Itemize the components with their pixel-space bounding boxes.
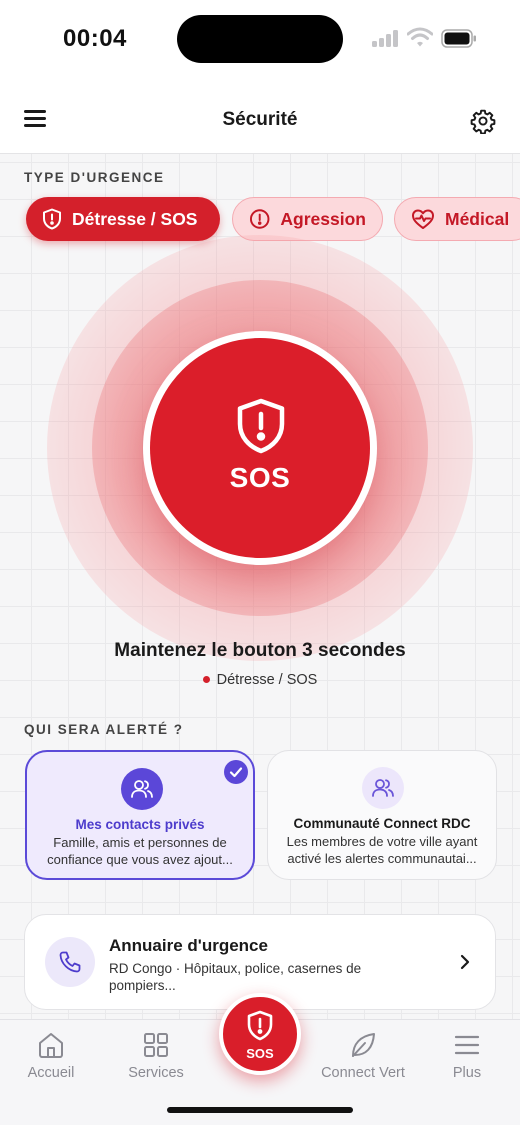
shield-alert-icon <box>237 398 285 454</box>
selected-emergency-type: Détresse / SOS <box>0 672 520 688</box>
nav-item-more[interactable]: Plus <box>444 1030 490 1081</box>
shield-alert-icon <box>247 1010 273 1041</box>
directory-description: RD Congo · Hôpitaux, police, casernes de… <box>109 961 362 993</box>
heart-pulse-icon <box>412 209 434 229</box>
users-icon <box>121 768 163 810</box>
chip-label: Médical <box>445 208 510 229</box>
sos-fab-label: SOS <box>246 1046 274 1061</box>
status-time: 00:04 <box>63 25 127 52</box>
home-icon <box>39 1033 63 1058</box>
check-icon <box>224 760 248 784</box>
nav-item-connect-vert[interactable]: Connect Vert <box>313 1030 413 1081</box>
grid-icon <box>144 1033 168 1057</box>
status-dot <box>202 675 210 683</box>
card-title: Communauté Connect RDC <box>293 816 471 831</box>
selected-type-label: Détresse / SOS <box>216 672 318 688</box>
card-private-contacts[interactable]: Mes contacts privés Famille, amis et per… <box>25 750 255 880</box>
chip-medical[interactable]: Médical <box>394 197 520 241</box>
sos-button-label: SOS <box>229 462 291 493</box>
nav-item-services[interactable]: Services <box>121 1030 191 1081</box>
home-indicator[interactable] <box>167 1107 353 1113</box>
nav-label: Services <box>128 1065 184 1081</box>
card-community[interactable]: Communauté Connect RDC Les membres de vo… <box>267 750 497 880</box>
leaf-icon <box>352 1033 375 1057</box>
chevron-right-icon <box>460 954 470 970</box>
wifi-icon <box>407 27 433 47</box>
status-bar: 00:04 <box>0 0 520 80</box>
phone-icon <box>45 937 95 987</box>
page-title: Sécurité <box>222 109 298 130</box>
cellular-signal-icon <box>372 30 400 47</box>
nav-label: Plus <box>452 1065 482 1081</box>
sos-button[interactable]: SOS <box>150 338 370 558</box>
chip-distress-sos[interactable]: Détresse / SOS <box>26 197 220 241</box>
hold-instruction: Maintenez le bouton 3 secondes <box>114 640 406 661</box>
chip-label: Détresse / SOS <box>72 208 198 229</box>
card-description: Les membres de votre ville ayant activé … <box>286 834 478 866</box>
card-title: Mes contacts privés <box>75 817 205 832</box>
menu-icon <box>454 1035 480 1055</box>
users-icon <box>362 767 404 809</box>
sos-fab-button[interactable]: SOS <box>219 993 301 1075</box>
nav-label: Accueil <box>27 1065 75 1081</box>
shield-alert-icon <box>43 208 61 230</box>
nav-item-home[interactable]: Accueil <box>21 1030 81 1081</box>
alert-circle-icon <box>249 209 270 229</box>
chip-label: Agression <box>280 208 366 229</box>
dynamic-island <box>177 15 343 63</box>
emergency-type-label: TYPE D'URGENCE <box>24 170 165 185</box>
nav-label: Connect Vert <box>321 1065 405 1081</box>
app-header: Sécurité <box>0 80 520 154</box>
card-description: Famille, amis et personnes de confiance … <box>47 835 233 867</box>
alerted-section-label: QUI SERA ALERTÉ ? <box>24 722 184 737</box>
battery-icon <box>441 29 476 48</box>
directory-title: Annuaire d'urgence <box>109 936 268 955</box>
gear-icon[interactable] <box>470 108 496 134</box>
